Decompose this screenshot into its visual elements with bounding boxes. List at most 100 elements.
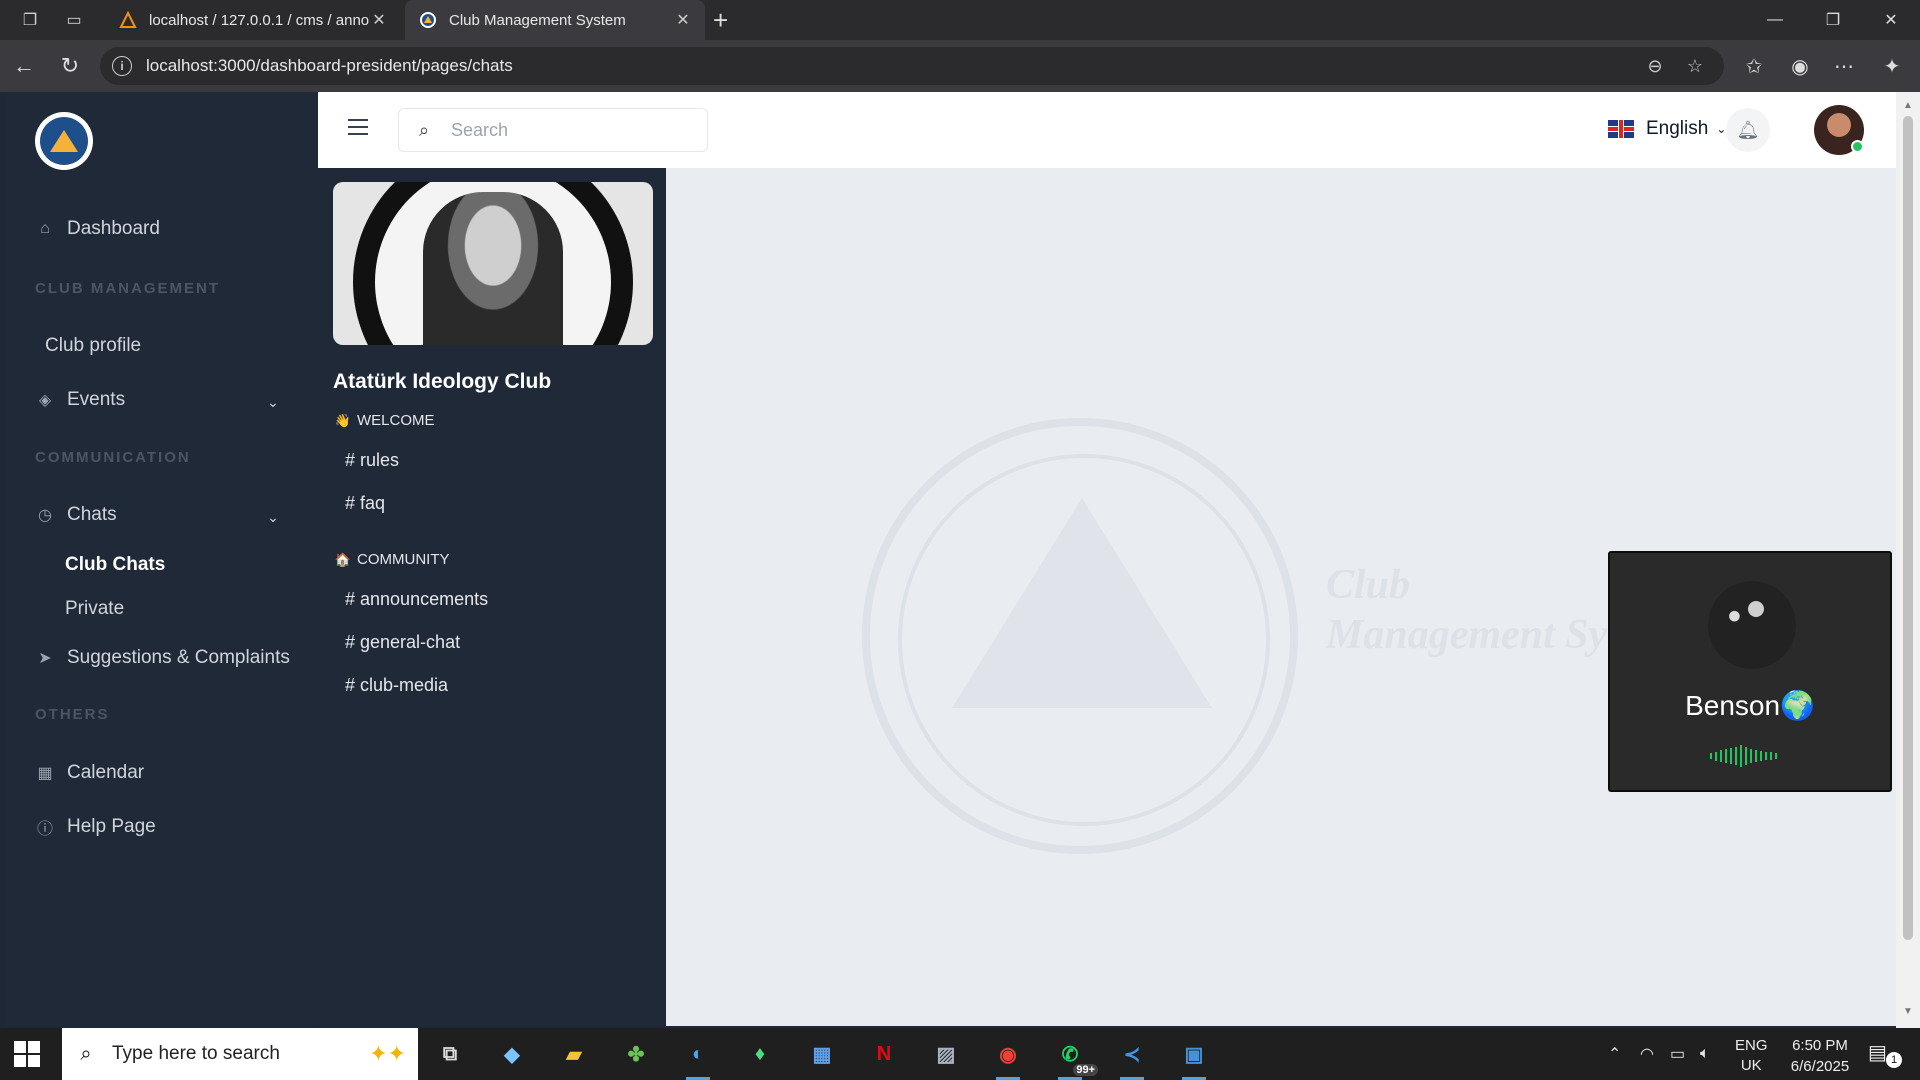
sidebar-item-private[interactable]: Private bbox=[65, 598, 124, 620]
close-window-icon[interactable]: ✕ bbox=[1862, 0, 1920, 40]
search-input[interactable] bbox=[451, 119, 671, 141]
chevron-down-icon[interactable]: ⌄ bbox=[263, 507, 283, 527]
notification-bell-icon[interactable]: 🔔︎ bbox=[1726, 108, 1770, 152]
whatsapp-icon[interactable]: ✆ 99+ bbox=[1052, 1036, 1098, 1080]
channel-panel: Atatürk Ideology Club 👋 WELCOME # rules … bbox=[321, 168, 666, 1026]
task-view-icon[interactable]: ⧉ bbox=[432, 1036, 468, 1072]
language-selector[interactable]: English ⌄ bbox=[1608, 118, 1726, 140]
file-explorer-icon[interactable]: ▰ bbox=[556, 1036, 592, 1072]
new-tab-button[interactable]: + bbox=[713, 6, 728, 34]
system-clock[interactable]: 6:50 PM 6/6/2025 bbox=[1770, 1035, 1870, 1077]
section-label-communication: COMMUNICATION bbox=[35, 449, 191, 466]
site-info-icon[interactable]: i bbox=[112, 56, 132, 76]
lang-region: UK bbox=[1740, 1057, 1762, 1074]
caller-name: Benson🌍 bbox=[1685, 690, 1815, 721]
url-field[interactable]: i localhost:3000/dashboard-president/pag… bbox=[100, 47, 1724, 85]
section-label-others: OTHERS bbox=[35, 706, 110, 723]
channel-general-chat[interactable]: # general-chat bbox=[345, 632, 460, 653]
notification-center-icon[interactable]: ▤ 1 bbox=[1868, 1040, 1902, 1068]
copilot-app-icon[interactable]: ◆ bbox=[494, 1036, 530, 1072]
back-icon[interactable]: ← bbox=[10, 52, 38, 80]
sidebar-item-dashboard[interactable]: ⌂ Dashboard bbox=[35, 218, 160, 240]
section-label-club-management: CLUB MANAGEMENT bbox=[35, 280, 220, 297]
close-tab-icon[interactable]: ✕ bbox=[675, 10, 691, 30]
sidebar-item-help[interactable]: ⓘ Help Page bbox=[35, 816, 156, 838]
profile-icon[interactable]: ◉ bbox=[1786, 52, 1814, 80]
tab-phpmyadmin[interactable]: localhost / 127.0.0.1 / cms / anno ✕ bbox=[105, 0, 401, 40]
whatsapp-badge: 99+ bbox=[1073, 1064, 1098, 1076]
user-avatar[interactable] bbox=[1814, 105, 1864, 155]
scroll-up-icon[interactable]: ▲ bbox=[1900, 100, 1916, 111]
vertical-tabs-icon[interactable]: ▭ bbox=[62, 8, 86, 32]
channel-rules[interactable]: # rules bbox=[345, 450, 399, 471]
club-name: Atatürk Ideology Club bbox=[333, 370, 552, 393]
url-text[interactable]: localhost:3000/dashboard-president/pages… bbox=[146, 56, 1644, 76]
app-leaf-icon[interactable]: ✤ bbox=[618, 1036, 654, 1072]
search-box: ⌕ bbox=[398, 108, 708, 152]
taskbar-search-text: Type here to search bbox=[112, 1043, 280, 1064]
restore-icon[interactable]: ❐ bbox=[1804, 0, 1862, 40]
search-highlight-icon: ✦✦ bbox=[369, 1041, 406, 1066]
tab-club-management[interactable]: Club Management System ✕ bbox=[405, 0, 705, 40]
more-menu-icon[interactable]: ⋯ bbox=[1830, 52, 1858, 80]
netflix-icon[interactable]: N bbox=[866, 1036, 902, 1072]
input-language[interactable]: ENG UK bbox=[1735, 1036, 1768, 1076]
sidebar-item-chats[interactable]: ◷ Chats bbox=[35, 504, 117, 526]
close-tab-icon[interactable]: ✕ bbox=[371, 10, 387, 30]
browser-tab-bar: ❐ ▭ localhost / 127.0.0.1 / cms / anno ✕… bbox=[0, 0, 1920, 40]
chrome-icon[interactable]: ◉ bbox=[990, 1036, 1026, 1080]
favorites-icon[interactable]: ✩ bbox=[1740, 52, 1768, 80]
sidebar-item-club-chats[interactable]: Club Chats bbox=[65, 554, 165, 576]
watermark-text: Club Management Sy bbox=[1326, 560, 1607, 660]
channel-faq[interactable]: # faq bbox=[345, 493, 385, 514]
photos-app-icon[interactable]: ▨ bbox=[928, 1036, 964, 1072]
sidebar-item-calendar[interactable]: ▦ Calendar bbox=[35, 762, 144, 784]
phpmyadmin-icon bbox=[119, 11, 137, 28]
battery-icon[interactable]: ▭ bbox=[1670, 1028, 1685, 1080]
layers-icon: ◈ bbox=[38, 392, 52, 409]
sidebar-item-events[interactable]: ◈ Events bbox=[35, 389, 125, 411]
scroll-down-icon[interactable]: ▼ bbox=[1900, 1006, 1916, 1017]
scrollbar-thumb[interactable] bbox=[1903, 116, 1913, 940]
reload-icon[interactable]: ↻ bbox=[56, 52, 84, 80]
house-icon: 🏠 bbox=[334, 551, 352, 567]
sims-app-icon[interactable]: ♦ bbox=[742, 1036, 778, 1072]
workspaces-icon[interactable]: ❐ bbox=[18, 8, 42, 32]
university-logo[interactable] bbox=[35, 112, 93, 170]
menu-toggle-icon[interactable] bbox=[348, 119, 368, 137]
wifi-icon[interactable]: ◠ bbox=[1640, 1028, 1654, 1080]
category-welcome[interactable]: 👋 WELCOME bbox=[335, 412, 435, 429]
notification-count: 1 bbox=[1886, 1052, 1902, 1068]
reading-mode-icon[interactable]: ⊖ bbox=[1644, 55, 1666, 77]
clock-icon: ◷ bbox=[38, 507, 52, 524]
app-window-icon[interactable]: ▣ bbox=[1176, 1036, 1212, 1080]
windows-start-icon[interactable] bbox=[14, 1041, 40, 1067]
address-bar: ← ↻ i localhost:3000/dashboard-president… bbox=[0, 40, 1920, 92]
chevron-down-icon: ⌄ bbox=[1716, 122, 1727, 136]
voice-call-card[interactable]: Benson🌍 bbox=[1608, 551, 1892, 792]
copilot-icon[interactable]: ✦ bbox=[1878, 52, 1906, 80]
calendar-icon: ▦ bbox=[37, 765, 53, 782]
category-community[interactable]: 🏠 COMMUNITY bbox=[335, 551, 450, 568]
minimize-icon[interactable]: — bbox=[1746, 0, 1804, 40]
watermark-line2: Management Sy bbox=[1326, 612, 1608, 658]
watermark-triangle bbox=[952, 498, 1212, 708]
web-page: ⌂ Dashboard CLUB MANAGEMENT Club profile… bbox=[0, 92, 1920, 1028]
language-label: English bbox=[1646, 118, 1709, 139]
send-icon: ➤ bbox=[38, 650, 52, 667]
sidebar-item-label: Events bbox=[67, 389, 126, 410]
uk-flag-icon bbox=[1608, 120, 1634, 138]
taskbar-search[interactable]: ⌕ Type here to search ✦✦ bbox=[62, 1028, 418, 1080]
sidebar-item-suggestions[interactable]: ➤ Suggestions & Complaints bbox=[35, 647, 290, 669]
channel-club-media[interactable]: # club-media bbox=[345, 675, 448, 696]
tray-chevron-icon[interactable]: ⌃ bbox=[1608, 1028, 1621, 1080]
microsoft-store-icon[interactable]: ▦ bbox=[804, 1036, 840, 1072]
channel-announcements[interactable]: # announcements bbox=[345, 589, 488, 610]
favorite-star-icon[interactable]: ☆ bbox=[1684, 55, 1706, 77]
volume-icon[interactable]: 🔈︎ bbox=[1700, 1028, 1710, 1080]
edge-browser-icon[interactable]: ◐ bbox=[680, 1036, 716, 1080]
home-icon: ⌂ bbox=[40, 220, 50, 237]
chevron-down-icon[interactable]: ⌄ bbox=[263, 392, 283, 412]
sidebar-item-club-profile[interactable]: Club profile bbox=[45, 335, 141, 357]
vscode-icon[interactable]: ≺ bbox=[1114, 1036, 1150, 1080]
